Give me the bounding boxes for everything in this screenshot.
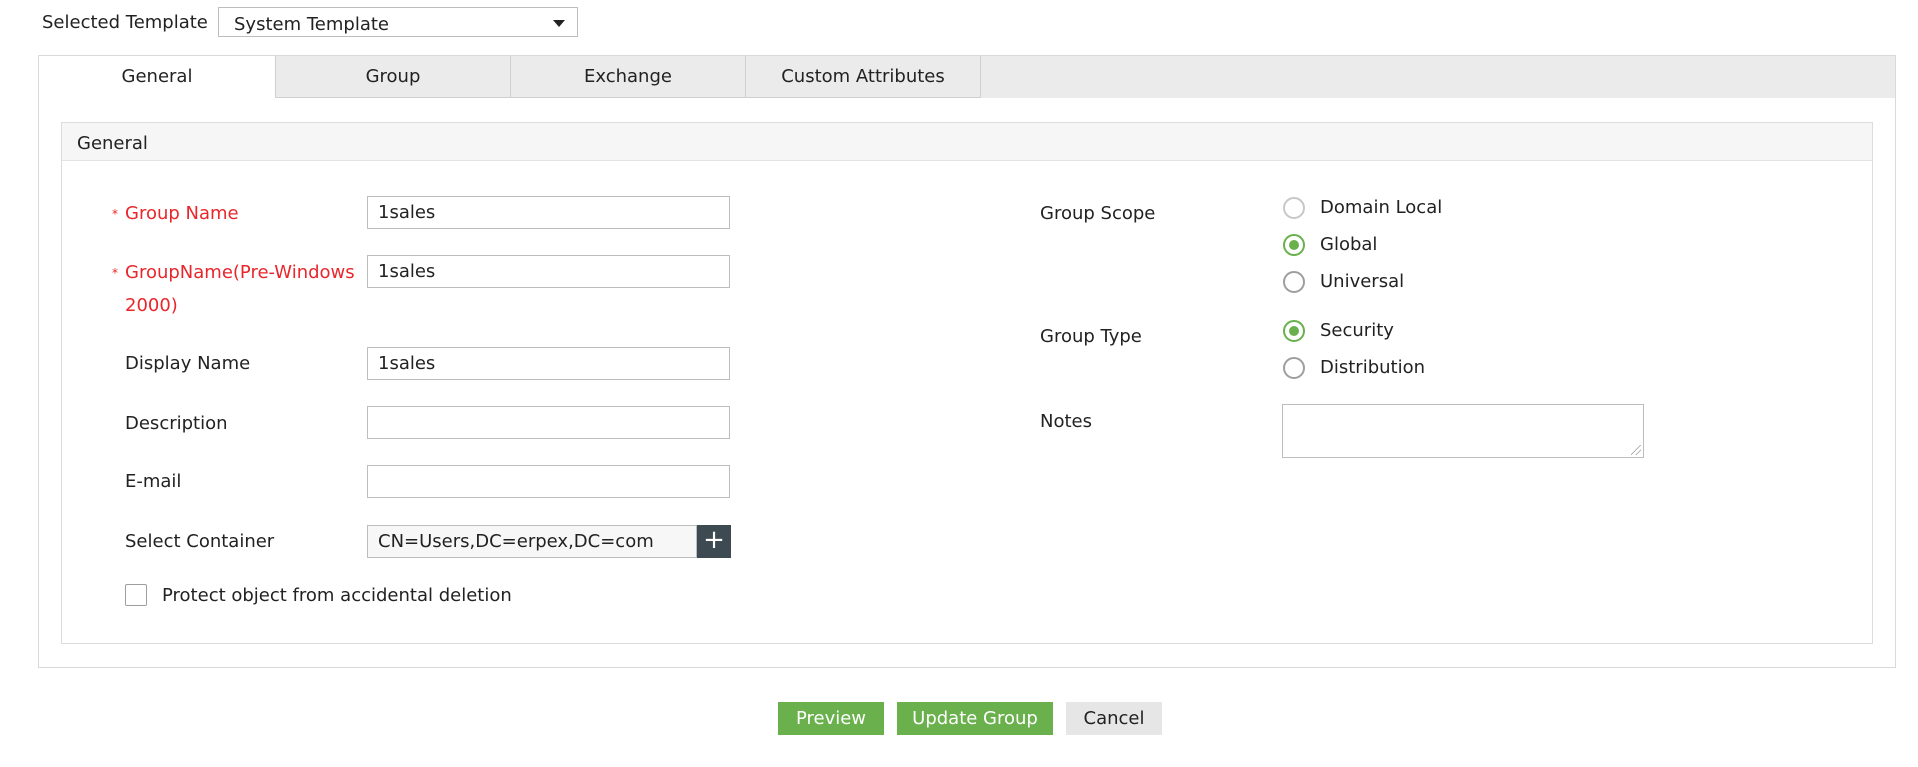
scope-global-radio[interactable]: [1283, 234, 1305, 256]
general-section-header: [62, 123, 1872, 161]
template-select-value: System Template: [234, 14, 389, 35]
tab-general[interactable]: General: [39, 56, 275, 98]
section-title: General: [77, 133, 148, 154]
group-name-pre2000-input[interactable]: 1sales: [367, 255, 730, 288]
description-label: Description: [125, 413, 228, 434]
description-input[interactable]: [367, 406, 730, 439]
group-name-input[interactable]: 1sales: [367, 196, 730, 229]
protect-deletion-label: Protect object from accidental deletion: [162, 585, 512, 606]
cancel-button[interactable]: Cancel: [1066, 702, 1162, 735]
type-security-label: Security: [1320, 320, 1394, 341]
notes-textarea[interactable]: [1282, 404, 1644, 458]
tab-group[interactable]: Group: [275, 56, 511, 98]
container-input[interactable]: CN=Users,DC=erpex,DC=com: [367, 525, 697, 558]
update-group-button[interactable]: Update Group: [897, 702, 1053, 735]
selected-template-label: Selected Template: [42, 12, 208, 33]
scope-universal-radio[interactable]: [1283, 271, 1305, 293]
protect-deletion-checkbox[interactable]: [125, 584, 147, 606]
plus-icon: +: [703, 525, 725, 555]
template-select[interactable]: System Template: [218, 7, 578, 37]
scope-domain-local-label: Domain Local: [1320, 197, 1443, 218]
group-scope-label: Group Scope: [1040, 203, 1156, 224]
required-marker: *: [112, 207, 118, 221]
select-container-label: Select Container: [125, 531, 275, 552]
tab-exchange[interactable]: Exchange: [510, 56, 746, 98]
group-type-label: Group Type: [1040, 326, 1142, 347]
group-name-pre2000-label-line1: GroupName(Pre-Windows: [125, 262, 355, 283]
display-name-label: Display Name: [125, 353, 251, 374]
group-name-label: Group Name: [125, 203, 239, 224]
email-input[interactable]: [367, 465, 730, 498]
tab-custom-attributes[interactable]: Custom Attributes: [745, 56, 981, 98]
scope-universal-label: Universal: [1320, 271, 1405, 292]
email-label: E-mail: [125, 471, 182, 492]
scope-domain-local-radio[interactable]: [1283, 197, 1305, 219]
required-marker: *: [112, 266, 118, 280]
display-name-input[interactable]: 1sales: [367, 347, 730, 380]
add-container-button[interactable]: +: [697, 525, 731, 558]
type-distribution-radio[interactable]: [1283, 357, 1305, 379]
preview-button[interactable]: Preview: [778, 702, 884, 735]
chevron-down-icon: [553, 20, 565, 27]
type-security-radio[interactable]: [1283, 320, 1305, 342]
group-name-pre2000-label-line2: 2000): [125, 295, 178, 316]
resize-grip-icon[interactable]: [1631, 445, 1641, 455]
general-section: [61, 122, 1873, 644]
type-distribution-label: Distribution: [1320, 357, 1426, 378]
notes-label: Notes: [1040, 411, 1092, 432]
scope-global-label: Global: [1320, 234, 1378, 255]
